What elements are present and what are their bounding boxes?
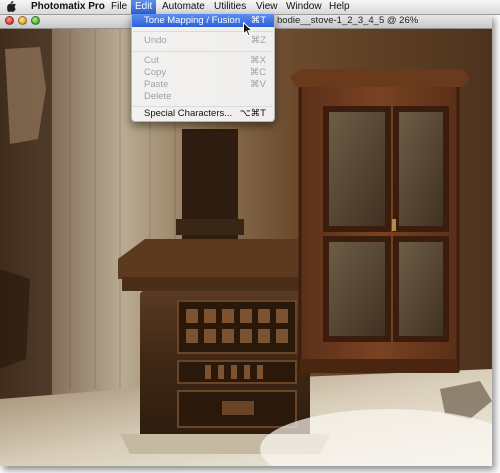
window-title-text: bodie__stove-1_2_3_4_5 @ 26%: [277, 15, 419, 26]
menu-separator: [133, 51, 273, 52]
menu-file[interactable]: File: [107, 0, 131, 14]
window-title: bodie__stove-1_2_3_4_5 @ 26%: [265, 14, 418, 28]
menu-item-label: Special Characters...: [144, 108, 233, 119]
menu-window[interactable]: Window: [282, 0, 326, 14]
menu-automate[interactable]: Automate: [158, 0, 209, 14]
app-menu[interactable]: Photomatix Pro: [27, 0, 109, 14]
menu-item-delete: Delete: [132, 90, 274, 103]
menu-item-label: Undo: [144, 35, 167, 46]
menu-item-label: Delete: [144, 91, 172, 102]
menu-edit[interactable]: Edit: [131, 0, 157, 14]
menu-utilities[interactable]: Utilities: [210, 0, 250, 14]
mouse-pointer-icon: [243, 22, 253, 37]
menu-item-special-characters[interactable]: Special Characters... ⌥⌘T: [132, 107, 274, 120]
menu-item-label: Tone Mapping / Fusion: [144, 15, 241, 26]
edit-menu-dropdown: Tone Mapping / Fusion ⌘T Undo ⌘Z Cut ⌘X …: [131, 14, 275, 122]
close-window-button[interactable]: [5, 16, 14, 25]
menu-bar: Photomatix Pro File Edit Automate Utilit…: [0, 0, 500, 15]
minimize-window-button[interactable]: [18, 16, 27, 25]
menu-help[interactable]: Help: [325, 0, 354, 14]
apple-icon[interactable]: [7, 1, 16, 12]
menu-item-shortcut: ⌥⌘T: [239, 108, 266, 119]
menu-view[interactable]: View: [252, 0, 282, 14]
zoom-window-button[interactable]: [31, 16, 40, 25]
